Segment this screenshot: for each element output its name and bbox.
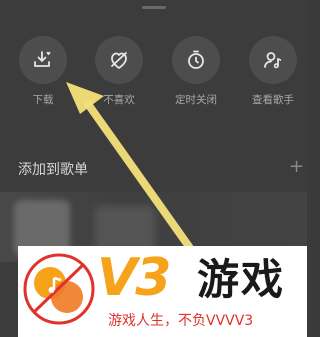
download-label: 下载 <box>32 94 54 106</box>
watermark-logo-icon <box>23 253 95 325</box>
download-button[interactable] <box>19 36 67 84</box>
dislike-label: 不喜欢 <box>103 94 135 106</box>
dislike-button[interactable] <box>95 36 143 84</box>
timer-label: 定时关闭 <box>175 94 217 106</box>
sheet-drag-handle[interactable] <box>142 6 166 9</box>
dislike-heart-icon <box>111 52 127 69</box>
download-icon <box>34 51 51 67</box>
watermark-brand: V3 <box>97 248 171 308</box>
watermark-name: 游戏 <box>197 255 286 304</box>
download-action[interactable]: 下载 <box>13 36 73 107</box>
singer-icon <box>264 52 282 69</box>
dislike-action[interactable]: 不喜欢 <box>89 36 149 107</box>
timer-button[interactable] <box>172 36 220 84</box>
view-singer-action[interactable]: 查看歌手 <box>243 36 303 107</box>
timer-action[interactable]: 定时关闭 <box>166 36 226 107</box>
watermark-slogan: 游戏人生，不负VVVV3 <box>108 313 254 329</box>
add-to-playlist-title: 添加到歌单 <box>18 162 88 178</box>
plus-icon[interactable]: + <box>289 156 304 177</box>
view-singer-button[interactable] <box>249 36 297 84</box>
timer-icon <box>188 50 204 69</box>
view-singer-label: 查看歌手 <box>252 94 294 106</box>
